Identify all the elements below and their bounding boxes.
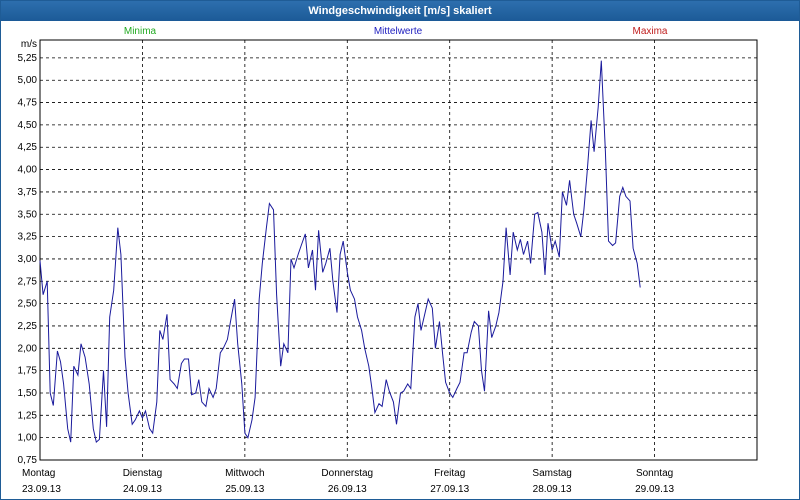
x-date-label: 29.09.13 [635,484,674,495]
x-day-label: Samstag [532,468,571,479]
x-day-label: Dienstag [123,468,162,479]
y-tick-label: 5,00 [18,75,38,86]
y-tick-label: 1,25 [18,410,38,421]
y-tick-label: 4,00 [18,165,38,176]
y-tick-label: 2,00 [18,343,38,354]
y-tick-label: 0,75 [18,455,38,466]
x-date-label: 25.09.13 [225,484,264,495]
y-tick-label: 2,25 [18,321,38,332]
plot-area [39,39,758,461]
x-day-label: Sonntag [636,468,673,479]
y-tick-label: 1,00 [18,433,38,444]
line-chart: 0,75 1,00 1,25 1,50 1,75 2,00 2,25 2,50 2,75 3,00… [18,26,758,495]
y-tick-label: 3,25 [18,232,38,243]
y-tick-label: 1,50 [18,388,38,399]
x-day-label: Donnerstag [321,468,373,479]
x-date-label: 27.09.13 [430,484,469,495]
x-day-label: Freitag [434,468,465,479]
x-date-label: 23.09.13 [22,484,61,495]
legend-mittelwerte: Mittelwerte [374,26,423,37]
y-tick-label: 4,25 [18,142,38,153]
y-tick-label: 3,00 [18,254,38,265]
x-day-label: Mittwoch [225,468,264,479]
legend-minima: Minima [124,26,157,37]
x-date-label: 24.09.13 [123,484,162,495]
y-tick-label: 2,50 [18,299,38,310]
y-tick-label: 4,75 [18,98,38,109]
x-date-label: 26.09.13 [328,484,367,495]
x-date-label: 28.09.13 [533,484,572,495]
y-tick-label: 5,25 [18,53,38,64]
legend-maxima: Maxima [632,26,667,37]
y-tick-label: 2,75 [18,276,38,287]
x-day-label: Montag [22,468,55,479]
y-tick-label: 3,50 [18,209,38,220]
y-axis-unit: m/s [21,39,37,50]
y-tick-label: 4,50 [18,120,38,131]
y-tick-label: 1,75 [18,366,38,377]
y-tick-label: 3,75 [18,187,38,198]
